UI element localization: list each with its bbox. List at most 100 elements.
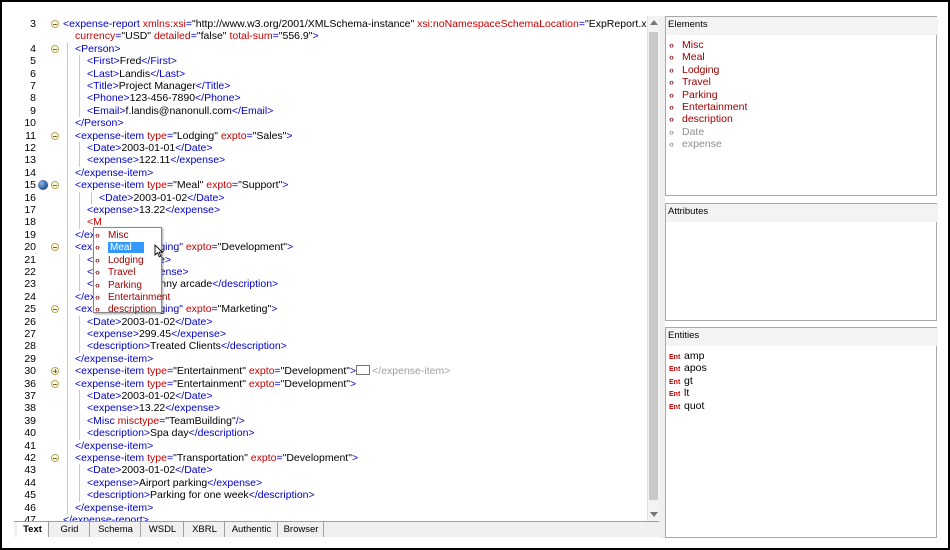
code-line[interactable]: currency="USD" detailed="false" total-su… — [14, 30, 647, 42]
element-list-item[interactable]: ‹› Misc — [669, 39, 747, 51]
code-line[interactable]: 44 <expense>Airport parking</expense> — [14, 476, 647, 490]
indent-guide — [67, 92, 68, 105]
scrollbar-thumb[interactable] — [649, 32, 658, 500]
code-token: <Misc — [87, 414, 118, 427]
collapse-fold-icon[interactable] — [51, 305, 59, 314]
element-list-item[interactable]: ‹› expense — [669, 138, 747, 150]
entity-list-item[interactable]: Ent gt — [669, 375, 707, 387]
code-text: <expense>Airport parking</expense> — [87, 477, 262, 489]
code-text: </expense-item> — [75, 502, 153, 514]
element-list-item[interactable]: ‹› Date — [669, 126, 747, 138]
tab-grid[interactable]: Grid — [50, 522, 90, 537]
editor-vertical-scrollbar[interactable] — [647, 16, 659, 521]
indent-guide — [79, 476, 80, 490]
elements-panel-title: Elements — [666, 17, 938, 35]
code-token: expto — [206, 179, 232, 192]
tab-schema[interactable]: Schema — [91, 522, 141, 537]
code-line[interactable]: 45 <description>Parking for one week</des… — [14, 489, 647, 502]
code-line[interactable]: 29 </expense-item> — [14, 352, 647, 366]
entity-list-item[interactable]: Ent quot — [669, 400, 707, 412]
code-line[interactable]: 14 </expense-item> — [14, 166, 647, 180]
code-line[interactable]: 41 </expense-item> — [14, 439, 647, 452]
collapse-fold-icon[interactable] — [51, 44, 59, 53]
code-line[interactable]: 39 <Misc misctype="TeamBuilding"/> — [14, 414, 647, 428]
code-line[interactable]: 15 <expense-item type="Meal" expto="Suppo… — [14, 179, 647, 192]
entity-list-item[interactable]: Ent apos — [669, 362, 707, 374]
autocomplete-popup[interactable]: ‹› Misc ‹› Meal ‹› Lodging ‹› Travel ‹› Parking ‹›… — [93, 227, 170, 315]
collapsed-content-icon[interactable] — [356, 365, 371, 376]
code-line[interactable]: 12 <Date>2003-01-01</Date> — [14, 142, 647, 155]
code-line[interactable]: 4 <Person> — [14, 42, 647, 56]
code-token: </Date> — [175, 315, 213, 328]
code-line[interactable]: 8 <Phone>123-456-7890</Phone> — [14, 92, 647, 105]
element-list-item[interactable]: ‹› Lodging — [669, 64, 747, 76]
code-line[interactable]: 6 <Last>Landis</Last> — [14, 67, 647, 80]
code-line[interactable]: 40 <description>Spa day</description> — [14, 427, 647, 440]
entity-list-item[interactable]: Ent lt — [669, 387, 707, 399]
tab-browser[interactable]: Browser — [279, 522, 324, 537]
autocomplete-item[interactable]: ‹› description — [95, 303, 161, 315]
code-line[interactable]: 27 <expense>299.45</expense> — [14, 328, 647, 341]
code-line[interactable]: 26 <Date>2003-01-02</Date> — [14, 315, 647, 328]
tab-wsdl[interactable]: WSDL — [142, 522, 184, 537]
code-line[interactable]: 7 <Title>Project Manager</Title> — [14, 80, 647, 93]
code-token: "USD" — [121, 30, 154, 43]
code-line[interactable]: 46 </expense-item> — [14, 501, 647, 514]
code-token: <Date> — [87, 390, 122, 402]
autocomplete-item[interactable]: ‹› Meal — [95, 241, 161, 254]
collapse-fold-icon[interactable] — [51, 181, 59, 190]
tab-xbrl[interactable]: XBRL — [185, 522, 225, 537]
entity-label: gt — [684, 374, 693, 387]
code-token: > — [271, 303, 278, 316]
bookmark-icon[interactable] — [38, 180, 48, 191]
code-line[interactable]: 13 <expense>122.11</expense> — [14, 154, 647, 167]
collapse-fold-icon[interactable] — [51, 131, 59, 140]
code-line[interactable]: 38 <expense>13.22</expense> — [14, 402, 647, 415]
element-list-item[interactable]: ‹› Entertainment — [669, 101, 747, 113]
element-icon: ‹› — [669, 64, 674, 75]
autocomplete-item[interactable]: ‹› Travel — [95, 266, 161, 278]
tab-text[interactable]: Text — [17, 522, 49, 537]
code-line[interactable]: 9 <Email>f.landis@nanonull.com</Email> — [14, 104, 647, 118]
element-list-item[interactable]: ‹› Meal — [669, 51, 747, 63]
code-line[interactable]: 36 <expense-item type="Entertainment" exp… — [14, 377, 647, 390]
element-list-item[interactable]: ‹› Parking — [669, 89, 747, 101]
line-number: 7 — [30, 80, 36, 92]
scroll-down-arrow-icon[interactable] — [650, 512, 658, 517]
collapse-fold-icon[interactable] — [51, 20, 59, 28]
code-line[interactable]: 37 <Date>2003-01-02</Date> — [14, 390, 647, 403]
element-list-item[interactable]: ‹› description — [669, 113, 747, 125]
element-icon: ‹› — [669, 101, 674, 112]
code-text: <Date>2003-01-02</Date> — [87, 464, 213, 476]
scroll-up-arrow-icon[interactable] — [650, 20, 658, 25]
autocomplete-item[interactable]: ‹› Entertainment — [95, 291, 170, 303]
code-line[interactable]: 30 <expense-item type="Entertainment" exp… — [14, 365, 647, 378]
indent-guide — [79, 154, 80, 167]
code-line[interactable]: 42 <expense-item type="Transportation" ex… — [14, 452, 647, 465]
element-list-item[interactable]: ‹› Travel — [669, 76, 747, 88]
code-text: <expense-item type="Transportation" expt… — [75, 452, 358, 464]
code-line[interactable]: 17 <expense>13.22</expense> — [14, 204, 647, 217]
code-line[interactable]: 11 <expense-item type="Lodging" expto="Sa… — [14, 129, 647, 142]
collapse-fold-icon[interactable] — [51, 379, 59, 388]
expand-fold-icon[interactable] — [51, 367, 59, 376]
code-line[interactable]: 28 <description>Treated Clients</descript… — [14, 340, 647, 353]
code-token: </Email> — [231, 104, 274, 117]
code-line[interactable]: 5 <First>Fred</First> — [14, 55, 647, 68]
element-icon: ‹› — [669, 126, 674, 137]
code-line[interactable]: 3 <expense-report xmlns:xsi="http://www.w… — [14, 18, 647, 30]
code-line[interactable]: 43 <Date>2003-01-02</Date> — [14, 464, 647, 477]
tab-authentic[interactable]: Authentic — [226, 522, 278, 537]
indent-guide — [67, 315, 68, 328]
autocomplete-item[interactable]: ‹› Misc — [95, 229, 161, 241]
autocomplete-item[interactable]: ‹› Lodging — [95, 254, 161, 266]
collapse-fold-icon[interactable] — [51, 243, 59, 252]
collapse-fold-icon[interactable] — [51, 454, 59, 462]
indent-guide — [79, 402, 80, 415]
code-line[interactable]: 10 </Person> — [14, 117, 647, 130]
autocomplete-item[interactable]: ‹› Parking — [95, 279, 161, 291]
entity-list-item[interactable]: Ent amp — [669, 350, 707, 362]
code-line[interactable]: 16 <Date>2003-01-02</Date> — [14, 191, 647, 204]
code-text: <expense-item type="Meal" expto="Support… — [75, 179, 288, 191]
indent-guide — [67, 476, 68, 490]
